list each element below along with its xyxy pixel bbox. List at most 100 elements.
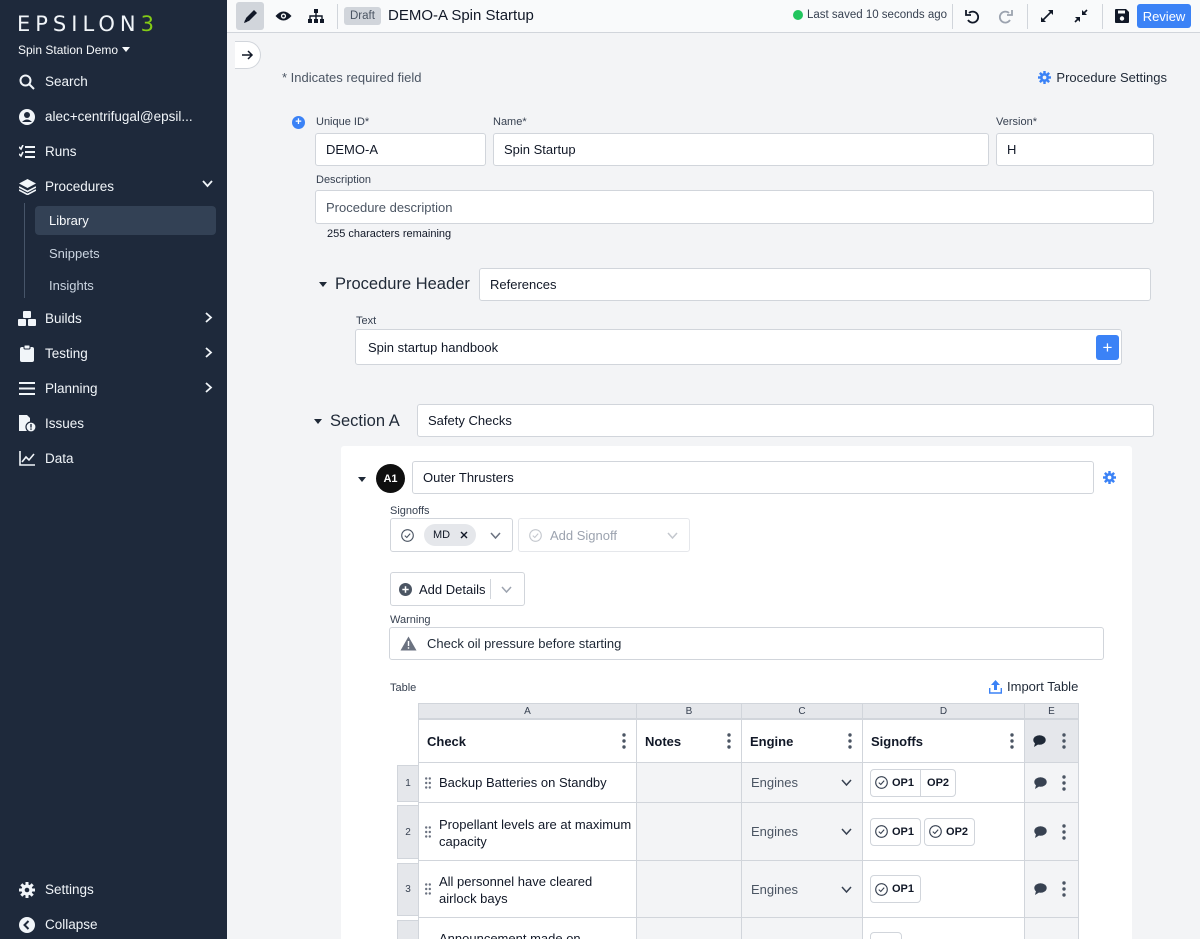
row-number[interactable]: 2 <box>397 805 419 859</box>
flow-view-button[interactable] <box>302 2 330 30</box>
column-header-engine[interactable]: Engine <box>741 719 863 763</box>
import-table-button[interactable]: Import Table <box>989 679 1078 694</box>
table-cell-signoffs[interactable]: OP1 OP2 <box>862 762 1025 803</box>
kebab-menu-icon[interactable] <box>848 733 852 749</box>
kebab-menu-icon[interactable] <box>1062 775 1066 791</box>
kebab-menu-icon[interactable] <box>622 733 626 749</box>
sidebar-item-settings[interactable]: Settings <box>0 872 227 907</box>
row-number[interactable]: 3 <box>397 863 419 916</box>
engine-select[interactable]: Engines <box>741 762 863 803</box>
table-cell-signoffs[interactable]: OP1 OP2 <box>862 802 1025 861</box>
sidebar-item-collapse[interactable]: Collapse <box>0 907 227 939</box>
signoff-select[interactable]: MD <box>390 518 513 552</box>
signoff-op2[interactable]: OP2 <box>924 817 976 846</box>
table-cell-notes[interactable] <box>636 917 742 939</box>
row-number[interactable] <box>397 920 419 939</box>
table-cell-signoffs[interactable] <box>862 917 1025 939</box>
table-cell-notes[interactable] <box>636 762 742 803</box>
table-cell-comments[interactable] <box>1024 802 1079 861</box>
column-letter[interactable]: A <box>418 703 637 719</box>
workspace-switcher[interactable]: Spin Station Demo <box>18 43 131 57</box>
table-cell-check[interactable]: Announcement made on <box>418 917 637 939</box>
engine-select[interactable] <box>741 917 863 939</box>
column-letter[interactable]: D <box>862 703 1025 719</box>
redo-button[interactable] <box>991 2 1019 30</box>
table-cell-signoffs[interactable]: OP1 <box>862 860 1025 918</box>
warning-input[interactable]: Check oil pressure before starting <box>389 627 1104 660</box>
collapse-all-button[interactable] <box>1067 2 1095 30</box>
add-signoff-select[interactable]: Add Signoff <box>518 518 690 552</box>
sidebar-item-procedures[interactable]: Procedures <box>0 169 227 204</box>
sidebar-item-insights[interactable]: Insights <box>0 269 227 301</box>
name-input[interactable]: Spin Startup <box>493 133 989 166</box>
signoff-op1[interactable]: OP1 <box>870 875 922 903</box>
sidebar-item-planning[interactable]: Planning <box>0 371 227 406</box>
drag-handle-icon[interactable] <box>425 826 431 838</box>
engine-select[interactable]: Engines <box>741 802 863 861</box>
undo-button[interactable] <box>958 2 986 30</box>
drag-handle-icon[interactable] <box>425 776 431 789</box>
sidebar-item-data[interactable]: Data <box>0 441 227 476</box>
comment-icon[interactable] <box>1034 825 1047 838</box>
sidebar-item-testing[interactable]: Testing <box>0 336 227 371</box>
chevron-down-icon[interactable] <box>501 586 512 593</box>
step-name-input[interactable]: Outer Thrusters <box>412 461 1094 494</box>
signoff-op1[interactable]: OP1 <box>870 817 922 846</box>
kebab-menu-icon[interactable] <box>1062 824 1066 840</box>
sidebar-item-builds[interactable]: Builds <box>0 301 227 336</box>
comment-icon[interactable] <box>1034 883 1047 895</box>
column-header-check[interactable]: Check <box>418 719 637 763</box>
column-letter[interactable]: C <box>741 703 863 719</box>
column-letter[interactable]: E <box>1024 703 1079 719</box>
unique-id-input[interactable]: DEMO-A <box>315 133 486 166</box>
description-textarea[interactable]: Procedure description <box>315 190 1154 224</box>
procedure-settings-button[interactable]: Procedure Settings <box>1038 70 1167 85</box>
sidebar-item-account[interactable]: alec+centrifugal@epsil... <box>0 99 227 134</box>
table-cell-comments[interactable] <box>1024 917 1079 939</box>
header-name-input[interactable]: References <box>479 268 1151 301</box>
kebab-menu-icon[interactable] <box>1062 881 1066 897</box>
comment-icon[interactable] <box>1034 776 1047 789</box>
signoff-op2[interactable]: OP2 <box>920 769 955 796</box>
kebab-menu-icon[interactable] <box>1010 733 1014 749</box>
table-cell-comments[interactable] <box>1024 860 1079 918</box>
kebab-menu-icon[interactable] <box>1062 733 1066 749</box>
table-cell-notes[interactable] <box>636 860 742 918</box>
add-header-content-button[interactable]: + <box>1096 335 1119 360</box>
table-cell-notes[interactable] <box>636 802 742 861</box>
remove-x-icon[interactable] <box>460 531 468 539</box>
version-input[interactable]: H <box>996 133 1154 166</box>
column-header-signoffs[interactable]: Signoffs <box>862 719 1025 763</box>
column-header-notes[interactable]: Notes <box>636 719 742 763</box>
app-logo[interactable]: EPSILON3 <box>17 12 159 36</box>
section-a-toggle[interactable]: Section A <box>314 412 400 431</box>
add-field-button[interactable]: + <box>292 116 305 129</box>
table-cell-check[interactable]: All personnel have cleared airlock bays <box>418 860 637 918</box>
review-button[interactable]: Review <box>1137 4 1191 28</box>
expand-all-button[interactable] <box>1033 2 1061 30</box>
drag-handle-icon[interactable] <box>425 883 431 895</box>
save-button[interactable] <box>1108 2 1136 30</box>
signoff-chip-partial[interactable] <box>870 932 902 939</box>
signoff-op1[interactable]: OP1 <box>871 770 920 796</box>
step-settings-gear-icon[interactable] <box>1103 471 1116 484</box>
sidebar-item-issues[interactable]: Issues <box>0 406 227 441</box>
expand-panel-button[interactable] <box>235 41 261 69</box>
edit-mode-button[interactable] <box>236 2 264 30</box>
sidebar-item-library[interactable]: Library <box>35 206 216 235</box>
table-cell-comments[interactable] <box>1024 762 1079 803</box>
signoff-group[interactable]: OP1 OP2 <box>870 768 957 797</box>
column-header-comments[interactable] <box>1024 719 1079 763</box>
sidebar-item-runs[interactable]: Runs <box>0 134 227 169</box>
add-details-button[interactable]: Add Details <box>390 572 525 606</box>
kebab-menu-icon[interactable] <box>727 733 731 749</box>
preview-mode-button[interactable] <box>269 2 297 30</box>
table-cell-check[interactable]: Propellant levels are at maximum capacit… <box>418 802 637 861</box>
section-name-input[interactable]: Safety Checks <box>417 404 1154 437</box>
procedure-header-toggle[interactable]: Procedure Header <box>319 275 470 294</box>
sidebar-item-search[interactable]: Search <box>0 64 227 99</box>
caret-down-icon[interactable] <box>358 477 366 482</box>
row-number[interactable]: 1 <box>397 765 419 802</box>
sidebar-item-snippets[interactable]: Snippets <box>0 237 227 269</box>
header-text-input[interactable]: Spin startup handbook <box>355 329 1122 365</box>
